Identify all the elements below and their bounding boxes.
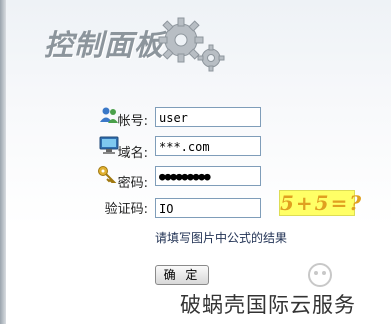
page-title: 控制面板 (44, 28, 165, 62)
left-border-strip (0, 0, 6, 324)
submit-button[interactable]: 确 定 (155, 265, 209, 285)
domain-label: 域名: (117, 146, 148, 161)
domain-input[interactable]: ***.com (155, 136, 261, 156)
captcha-input[interactable]: IO (155, 198, 261, 218)
account-input[interactable]: user (155, 107, 261, 127)
password-input[interactable]: ●●●●●●●●● (155, 166, 261, 186)
captcha-label: 验证码: (104, 202, 148, 217)
password-label: 密码: (117, 176, 148, 191)
captcha-image[interactable]: 5+5=? (279, 190, 361, 216)
captcha-hint: 请填写图片中公式的结果 (155, 231, 288, 245)
watermark-text: 破蜗壳国际云服务 (180, 293, 356, 317)
control-panel: 控制面板 帐号: user 域名: ***.com 密码: ●●●●●●●●● … (0, 0, 391, 324)
gears-icon (158, 17, 225, 72)
watermark-logo-icon (308, 263, 332, 287)
account-label: 帐号: (117, 114, 148, 129)
